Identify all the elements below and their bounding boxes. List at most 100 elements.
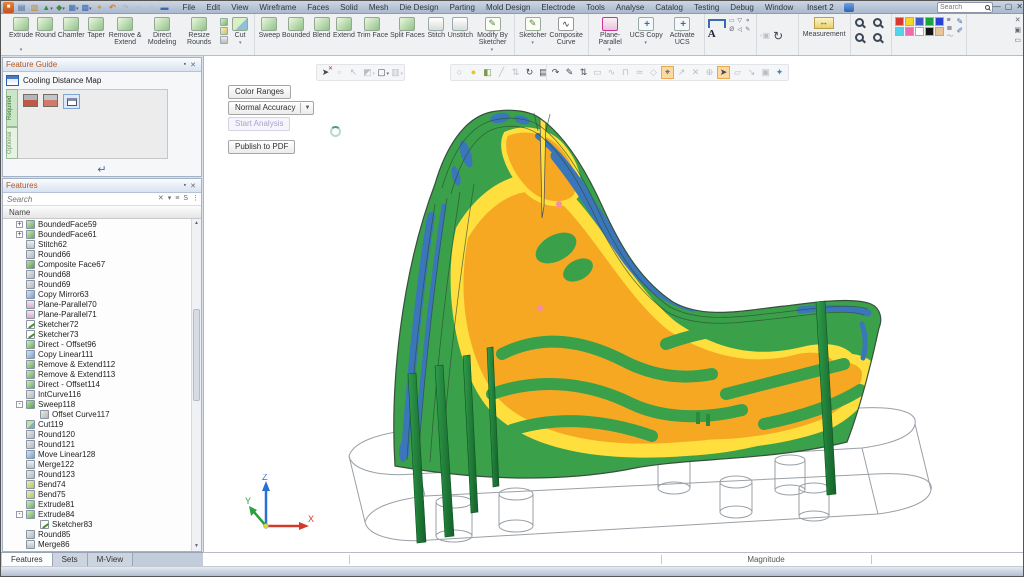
modify-by-sketcher-button[interactable]: Modify By Sketcher: [474, 16, 511, 47]
swatch-material[interactable]: [935, 27, 944, 36]
filter-more-icon[interactable]: ⋮: [192, 193, 199, 205]
bounded-button[interactable]: Bounded: [281, 16, 311, 40]
swatch-white[interactable]: [915, 27, 924, 36]
show-entities-icon[interactable]: ●: [467, 66, 480, 79]
menu-tools[interactable]: Tools: [581, 1, 611, 14]
ucs-active-icon[interactable]: ⌖: [661, 66, 674, 79]
expand-toggle-icon[interactable]: [16, 431, 23, 438]
swatch-darkblue[interactable]: [935, 17, 944, 26]
scroll-down-icon[interactable]: ▼: [192, 542, 201, 551]
plane-icon[interactable]: ▱: [731, 66, 744, 79]
stitch-button[interactable]: Stitch: [426, 16, 447, 40]
feature-tree-item[interactable]: Sketcher72: [3, 319, 191, 329]
expand-toggle-icon[interactable]: [16, 261, 23, 268]
pan-zoom-icon[interactable]: [873, 33, 882, 42]
feature-tree-item[interactable]: Merge122: [3, 459, 191, 469]
pick-face-icon[interactable]: ◩: [361, 66, 374, 79]
feature-tree-item[interactable]: + BoundedFace59: [3, 219, 191, 229]
filter-list-icon[interactable]: ≡: [175, 193, 179, 205]
blend-button[interactable]: Blend: [311, 16, 332, 40]
feature-tree-item[interactable]: Merge86: [3, 539, 191, 549]
menu-window[interactable]: Window: [759, 1, 798, 14]
expand-toggle-icon[interactable]: [16, 251, 23, 258]
templates-icon[interactable]: ▩: [81, 2, 92, 13]
swatch-green[interactable]: [925, 17, 934, 26]
feature-search-input[interactable]: [5, 194, 155, 205]
composite-curve-button[interactable]: Composite Curve: [548, 16, 585, 47]
expand-toggle-icon[interactable]: [16, 321, 23, 328]
feature-tree-item[interactable]: Round66: [3, 249, 191, 259]
menu-mesh[interactable]: Mesh: [363, 1, 394, 14]
regenerate-icon[interactable]: ↻: [523, 66, 536, 79]
expand-toggle-icon[interactable]: [16, 421, 23, 428]
expand-toggle-icon[interactable]: [30, 411, 37, 418]
expand-toggle-icon[interactable]: [16, 241, 23, 248]
menu-analyse[interactable]: Analyse: [610, 1, 649, 14]
minimize-button[interactable]: —: [993, 1, 1001, 13]
expand-toggle-icon[interactable]: [16, 291, 23, 298]
swatch-yellow[interactable]: [905, 17, 914, 26]
feature-tree-item[interactable]: Bend74: [3, 479, 191, 489]
feature-tree-item[interactable]: Direct - Offset114: [3, 379, 191, 389]
line-style-icons[interactable]: ≡≣〜: [947, 17, 954, 41]
close-panel-icon[interactable]: ✕: [1015, 16, 1021, 24]
resize-rounds-button[interactable]: Resize Rounds: [181, 16, 218, 47]
swatch-cyan[interactable]: [895, 27, 904, 36]
direct-modeling-button[interactable]: Direct Modeling: [144, 16, 181, 47]
extrude-button[interactable]: Extrude: [8, 16, 34, 47]
tab-sets[interactable]: Sets: [53, 553, 88, 566]
exit-guide-icon[interactable]: ↵: [3, 163, 201, 176]
swatch-pink[interactable]: [905, 27, 914, 36]
publish-to-pdf-button[interactable]: Publish to PDF: [228, 140, 295, 154]
feature-tree-item[interactable]: Cut119: [3, 419, 191, 429]
accuracy-dropdown[interactable]: Normal Accuracy ▼: [228, 101, 314, 115]
close-button[interactable]: ✕: [1016, 1, 1023, 13]
expand-toggle-icon[interactable]: +: [16, 231, 23, 238]
sketcher-button[interactable]: Sketcher: [518, 16, 548, 40]
dimension-tool-icon[interactable]: ✎: [744, 26, 752, 35]
feature-tree-item[interactable]: Copy Linear111: [3, 349, 191, 359]
pick-filter-icon[interactable]: ▢: [375, 66, 388, 79]
swatch-red[interactable]: [895, 17, 904, 26]
feature-tree-item[interactable]: Round68: [3, 269, 191, 279]
menu-file[interactable]: File: [177, 1, 201, 14]
mold-project-icon[interactable]: ◆: [55, 2, 66, 13]
diamond-tool-icon[interactable]: ◇: [647, 66, 660, 79]
menu-catalog[interactable]: Catalog: [650, 1, 689, 14]
mini-tools-column[interactable]: [220, 18, 228, 44]
feature-tree-item[interactable]: - Sweep118: [3, 399, 191, 409]
hide-entities-icon[interactable]: ○: [453, 66, 466, 79]
expand-toggle-icon[interactable]: [16, 281, 23, 288]
tab-optional[interactable]: Optional: [6, 127, 18, 159]
expand-toggle-icon[interactable]: [16, 331, 23, 338]
export-icon[interactable]: ▲: [42, 2, 53, 13]
dimension-tool-icon[interactable]: ▭: [728, 17, 736, 26]
zoom-selected-icon[interactable]: [855, 33, 864, 42]
selection-set-icon[interactable]: ▥: [389, 66, 402, 79]
pick-icon[interactable]: ↖: [347, 66, 360, 79]
feature-tree-item[interactable]: Round85: [3, 529, 191, 539]
expand-toggle-icon[interactable]: [16, 471, 23, 478]
orient-view-icon[interactable]: ↷: [549, 66, 562, 79]
filter-dropdown-icon[interactable]: ▾: [168, 193, 172, 205]
close-icon[interactable]: ✕: [188, 182, 198, 190]
expand-toggle-icon[interactable]: [16, 491, 23, 498]
dimension-tool-icon[interactable]: ▽: [736, 17, 744, 26]
curve-tool-icon[interactable]: ∿: [605, 66, 618, 79]
feature-tree-item[interactable]: Offset Curve117: [3, 409, 191, 419]
selected-step-icon[interactable]: [63, 94, 80, 109]
feature-tree-item[interactable]: Round121: [3, 439, 191, 449]
clear-search-icon[interactable]: ✕: [158, 193, 164, 205]
clipboard-icon[interactable]: ▫▣: [760, 31, 770, 40]
menu-mold-design[interactable]: Mold Design: [480, 1, 535, 14]
tab-m-view[interactable]: M-View: [88, 553, 134, 566]
float-panel-icon[interactable]: ▣: [1014, 26, 1021, 34]
add-tool-icon[interactable]: ⊕: [703, 66, 716, 79]
search-input[interactable]: [940, 4, 985, 11]
linear-dimension-icon[interactable]: [708, 19, 726, 28]
menu-die-design[interactable]: Die Design: [394, 1, 444, 14]
feature-tree-item[interactable]: Remove & Extend112: [3, 359, 191, 369]
feature-tree-item[interactable]: Sketcher73: [3, 329, 191, 339]
filter-s-icon[interactable]: S: [183, 193, 188, 205]
menu-faces[interactable]: Faces: [302, 1, 335, 14]
